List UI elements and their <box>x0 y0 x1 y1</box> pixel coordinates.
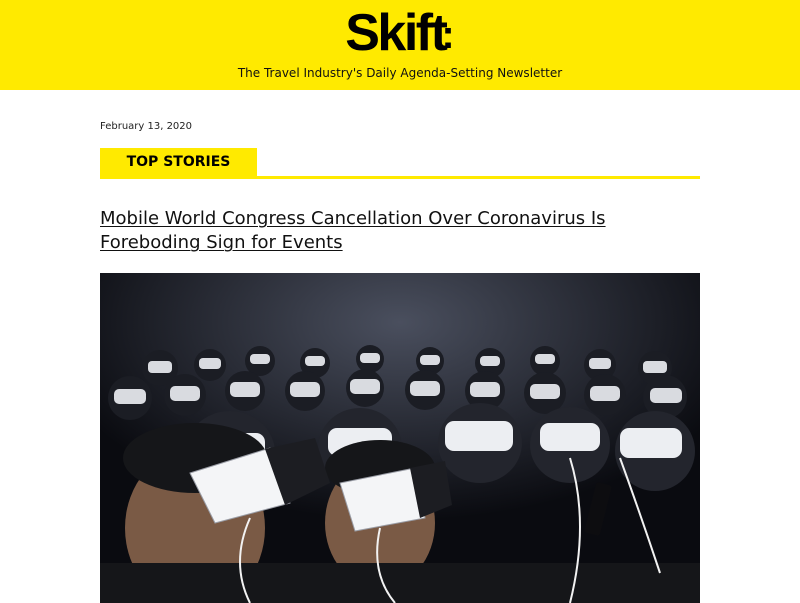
vr-audience-image <box>100 273 700 603</box>
article-hero-image[interactable] <box>100 273 700 603</box>
tagline: The Travel Industry's Daily Agenda-Setti… <box>237 66 563 80</box>
issue-date: February 13, 2020 <box>100 121 193 132</box>
section-divider: TOP STORIES <box>100 148 700 179</box>
skift-logo[interactable]: Skift: <box>0 5 800 65</box>
section-label-top-stories: TOP STORIES <box>100 148 257 176</box>
newsletter-header: Skift: The Travel Industry's Daily Agend… <box>0 0 800 90</box>
article-headline-link[interactable]: Mobile World Congress Cancellation Over … <box>100 207 700 255</box>
logo-dot: : <box>441 13 455 57</box>
logo-text: Skift <box>345 4 448 62</box>
